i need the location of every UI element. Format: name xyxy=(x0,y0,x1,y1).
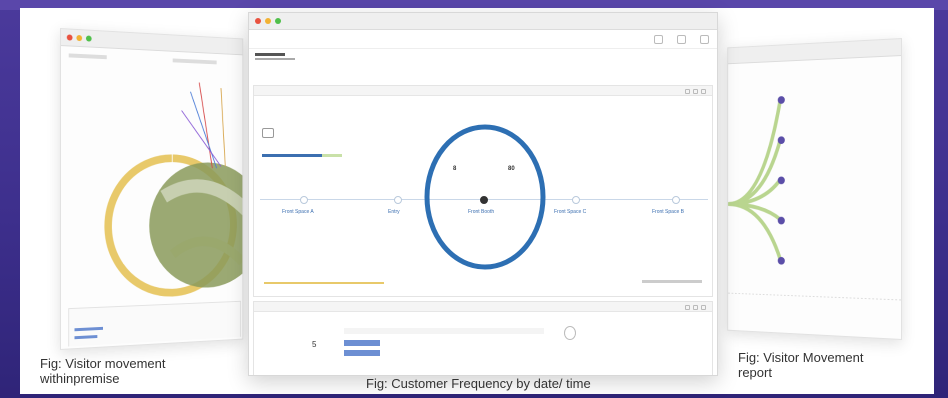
zone-label-entry: Entry xyxy=(388,209,400,215)
close-icon[interactable] xyxy=(255,18,261,24)
tree-node[interactable] xyxy=(777,256,785,265)
stat-visitors: 8 xyxy=(453,166,457,172)
zone-label-front-space-c: Front Space C xyxy=(554,209,587,215)
frequency-ring xyxy=(424,124,546,270)
zone-node[interactable] xyxy=(300,196,308,204)
avatar xyxy=(564,326,576,340)
page-header xyxy=(249,49,717,62)
visitor-movement-window xyxy=(60,28,244,350)
main-window-titlebar xyxy=(249,13,717,30)
zone-node[interactable] xyxy=(572,196,580,204)
panel-header xyxy=(254,86,712,96)
device-icon xyxy=(262,128,274,138)
progress-bar xyxy=(262,154,322,157)
toolbar-icon[interactable] xyxy=(654,35,663,44)
legend-keys xyxy=(642,280,702,283)
frequency-panel: Front Space A Entry Front Booth Front Sp… xyxy=(253,85,713,297)
table-row[interactable] xyxy=(344,340,380,346)
caption-left-line1: Fig: Visitor movement xyxy=(40,356,166,371)
maximize-icon[interactable] xyxy=(85,35,92,42)
progress-bar-rest xyxy=(322,154,342,157)
visitor-details-panel: 5 xyxy=(253,301,713,375)
tree-node[interactable] xyxy=(777,176,785,185)
caption-right: Fig: Visitor Movement report xyxy=(738,350,863,380)
toolbar-icon[interactable] xyxy=(677,35,686,44)
panel-header xyxy=(254,302,712,312)
zone-label-front-space-b: Front Space B xyxy=(652,209,684,215)
caption-right-line2: report xyxy=(738,365,772,380)
toolbar-icon[interactable] xyxy=(700,35,709,44)
stat-frequency: 80 xyxy=(508,166,515,172)
main-toolbar xyxy=(249,30,717,49)
caption-right-line1: Fig: Visitor Movement xyxy=(738,350,864,365)
close-icon[interactable] xyxy=(66,34,73,41)
minimize-icon[interactable] xyxy=(76,34,83,42)
zone-label-front-space-a: Front Space A xyxy=(282,209,314,215)
minimize-icon[interactable] xyxy=(265,18,271,24)
zone-node[interactable] xyxy=(672,196,680,204)
legend-note xyxy=(264,282,384,284)
table-row[interactable] xyxy=(344,350,380,356)
tree-node[interactable] xyxy=(777,216,785,225)
visitor-movement-report-window xyxy=(727,38,902,340)
big-count: 5 xyxy=(312,340,317,349)
caption-center: Fig: Customer Frequency by date/ time xyxy=(366,376,591,391)
customer-frequency-window: Front Space A Entry Front Booth Front Sp… xyxy=(248,12,718,376)
zone-node[interactable] xyxy=(394,196,402,204)
movement-tree xyxy=(728,55,901,335)
chord-diagram xyxy=(61,53,243,347)
maximize-icon[interactable] xyxy=(275,18,281,24)
caption-left-line2: withinpremise xyxy=(40,371,120,386)
table-header xyxy=(344,328,544,334)
caption-left: Fig: Visitor movement withinpremise xyxy=(40,356,165,386)
